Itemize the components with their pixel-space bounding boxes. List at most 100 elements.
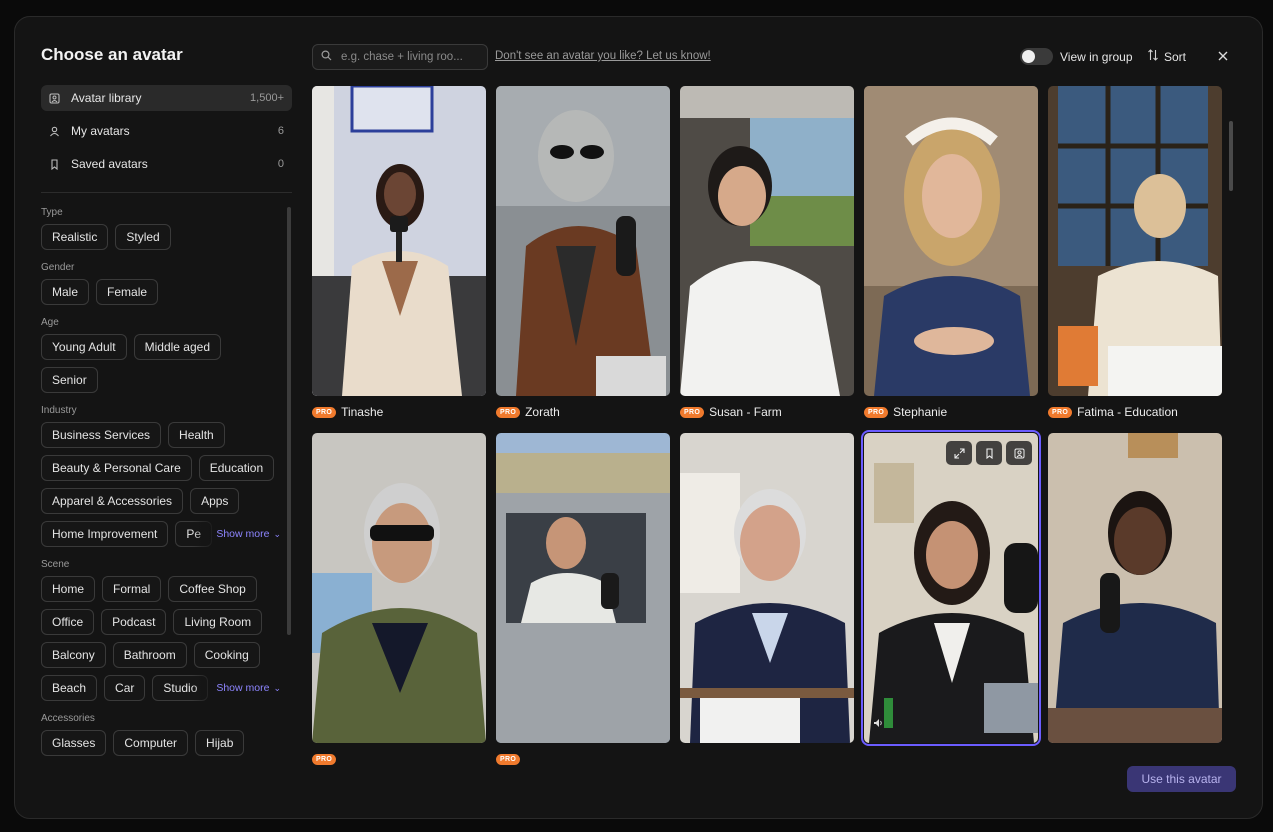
chip-home-improvement[interactable]: Home Improvement: [41, 521, 169, 547]
chip-young-adult[interactable]: Young Adult: [41, 334, 127, 360]
sort-label: Sort: [1164, 49, 1187, 64]
avatar-name-row: PRO Susan - Farm: [680, 402, 854, 422]
sort-button[interactable]: Sort: [1147, 49, 1186, 64]
chip-bathroom[interactable]: Bathroom: [112, 642, 187, 668]
sort-icon: [1147, 49, 1159, 64]
chip-health[interactable]: Health: [168, 422, 225, 448]
avatar-name: Stephanie: [893, 405, 948, 419]
modal-title: Choose an avatar: [41, 45, 183, 64]
chip-balcony[interactable]: Balcony: [41, 642, 106, 668]
chip-podcast[interactable]: Podcast: [101, 609, 167, 635]
chip-male[interactable]: Male: [41, 279, 90, 305]
toggle-knob: [1022, 50, 1035, 63]
nav-label: Avatar library: [71, 91, 142, 105]
bookmark-icon[interactable]: [976, 441, 1002, 465]
close-icon[interactable]: [1214, 46, 1232, 66]
library-icon: [49, 92, 65, 104]
filter-age: Young Adult Middle aged Senior: [41, 334, 281, 393]
filter-label-gender: Gender: [41, 262, 75, 273]
avatar-thumbnail: [312, 433, 486, 743]
avatar-name-row: PRO: [496, 749, 670, 766]
filter-label-accessories: Accessories: [41, 713, 95, 724]
chip-senior[interactable]: Senior: [41, 367, 98, 393]
nav-my-avatars[interactable]: My avatars 6: [41, 118, 292, 144]
search-input[interactable]: [341, 51, 481, 63]
pro-badge: PRO: [1048, 406, 1073, 418]
pro-badge: PRO: [680, 406, 705, 418]
chip-car[interactable]: Car: [104, 675, 146, 701]
chip-middle-aged[interactable]: Middle aged: [133, 334, 222, 360]
avatar-name: Susan - Farm: [709, 405, 782, 419]
filter-gender: Male Female: [41, 279, 281, 305]
chip-female[interactable]: Female: [96, 279, 159, 305]
chip-cooking[interactable]: Cooking: [193, 642, 260, 668]
avatar-card-selected[interactable]: [861, 430, 1041, 766]
chip-glasses[interactable]: Glasses: [41, 730, 107, 756]
avatar-card[interactable]: PRO Tinashe: [312, 86, 486, 422]
filter-scene: Home Formal Coffee Shop Office Podcast L…: [41, 576, 281, 668]
nav-count: 0: [277, 158, 284, 170]
chip-beach[interactable]: Beach: [41, 675, 98, 701]
sidebar: Choose an avatar Avatar library 1,500+ M…: [15, 17, 305, 818]
nav-label: My avatars: [71, 124, 130, 138]
avatar-card[interactable]: [1048, 433, 1222, 766]
avatar-thumbnail: [312, 86, 486, 396]
chip-formal[interactable]: Formal: [102, 576, 162, 602]
chip-business-services[interactable]: Business Services: [41, 422, 162, 448]
avatar-name-row: PRO Fatima - Education: [1048, 402, 1222, 422]
chip-beauty-personal-care[interactable]: Beauty & Personal Care: [41, 455, 192, 481]
chip-computer[interactable]: Computer: [113, 730, 189, 756]
chip-coffee-shop[interactable]: Coffee Shop: [168, 576, 257, 602]
feedback-link[interactable]: Don't see an avatar you like? Let us kno…: [495, 50, 711, 62]
filter-label-age: Age: [41, 317, 59, 328]
pro-badge: PRO: [864, 406, 889, 418]
chip-apps[interactable]: Apps: [190, 488, 240, 514]
avatar-name-row: [680, 749, 854, 766]
avatar-card[interactable]: PRO Stephanie: [864, 86, 1038, 422]
chip-apparel-accessories[interactable]: Apparel & Accessories: [41, 488, 184, 514]
avatar-name-row: PRO: [312, 749, 486, 766]
avatar-name: Zorath: [525, 405, 560, 419]
chip-education[interactable]: Education: [198, 455, 275, 481]
chip-home[interactable]: Home: [41, 576, 96, 602]
pro-badge: PRO: [312, 753, 337, 765]
avatar-name: Fatima - Education: [1077, 405, 1178, 419]
speaker-icon[interactable]: [873, 718, 883, 731]
avatar-card[interactable]: PRO Susan - Farm: [680, 86, 854, 422]
nav-saved-avatars[interactable]: Saved avatars 0: [41, 151, 292, 177]
avatar-card[interactable]: PRO: [496, 433, 670, 766]
avatar-thumbnail: [864, 86, 1038, 396]
chip-styled[interactable]: Styled: [115, 224, 171, 250]
filter-label-industry: Industry: [41, 405, 77, 416]
view-in-group-label: View in group: [1060, 50, 1133, 64]
avatar-thumbnail: [680, 86, 854, 396]
industry-show-more-button[interactable]: Show more ⌄: [192, 521, 281, 547]
scene-show-more-button[interactable]: Show more ⌄: [192, 675, 281, 701]
group-icon[interactable]: [1006, 441, 1032, 465]
filters-scrollbar[interactable]: [287, 207, 291, 635]
avatar-thumbnail: [496, 86, 670, 396]
avatar-card[interactable]: [680, 433, 854, 766]
chip-office[interactable]: Office: [41, 609, 95, 635]
nav-label: Saved avatars: [71, 157, 148, 171]
divider: [41, 192, 292, 193]
expand-icon[interactable]: [946, 441, 972, 465]
view-in-group-toggle[interactable]: [1020, 48, 1053, 65]
nav-avatar-library[interactable]: Avatar library 1,500+: [41, 85, 292, 111]
chip-living-room[interactable]: Living Room: [173, 609, 263, 635]
avatar-card[interactable]: PRO Fatima - Education: [1048, 86, 1222, 422]
pro-badge: PRO: [312, 406, 337, 418]
avatar-card[interactable]: PRO Zorath: [496, 86, 670, 422]
chip-hijab[interactable]: Hijab: [195, 730, 245, 756]
grid-scrollbar[interactable]: [1229, 121, 1233, 191]
nav-count: 6: [277, 125, 284, 137]
avatar-card[interactable]: PRO: [312, 433, 486, 766]
filter-scene-overflow: Beach Car Studio Show more ⌄: [41, 675, 281, 701]
hover-actions: [946, 441, 1032, 465]
show-more-label: Show more: [216, 682, 270, 694]
filters-panel: Type Realistic Styled Gender Male Female…: [41, 203, 281, 803]
chip-realistic[interactable]: Realistic: [41, 224, 109, 250]
avatar-name-row: [864, 749, 1038, 766]
filter-label-scene: Scene: [41, 559, 70, 570]
use-avatar-button[interactable]: Use this avatar: [1127, 766, 1236, 792]
